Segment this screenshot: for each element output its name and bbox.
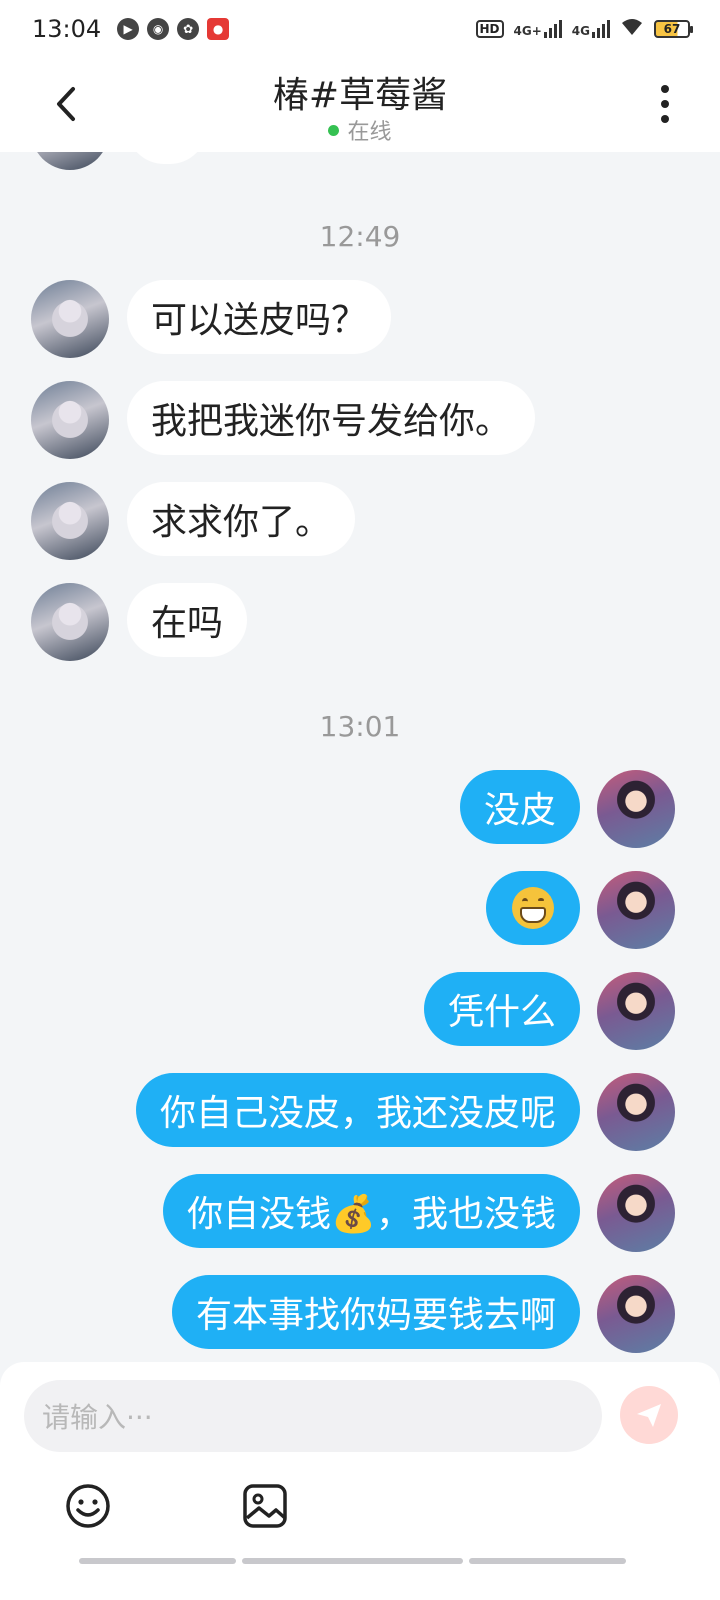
composer: 请输入··· xyxy=(0,1362,720,1600)
send-button[interactable] xyxy=(620,1386,678,1444)
outgoing-message-money[interactable]: 你自没钱💰，我也没钱 xyxy=(163,1174,580,1248)
presence-status: 在线 xyxy=(0,114,720,146)
message-bubble-partial[interactable] xyxy=(127,152,207,164)
presence-label: 在线 xyxy=(347,120,392,145)
outgoing-message[interactable]: 有本事找你妈要钱去啊 xyxy=(171,1275,580,1349)
message-input[interactable]: 请输入··· xyxy=(24,1380,602,1452)
status-time: 13:04 xyxy=(32,15,102,43)
chat-header: 椿#草莓酱 在线 xyxy=(0,58,720,152)
status-left: 13:04 ▶ ◉ ✿ ● xyxy=(32,15,230,43)
incoming-message[interactable]: 我把我迷你号发给你。 xyxy=(127,381,536,455)
status-right: HD 4G+ 4G 67 xyxy=(475,17,693,42)
incoming-message[interactable]: 可以送皮吗？ xyxy=(127,280,392,354)
outgoing-message[interactable]: 没皮 xyxy=(459,770,580,844)
image-icon xyxy=(243,1484,287,1528)
incoming-message[interactable]: 求求你了。 xyxy=(127,482,356,556)
outgoing-message[interactable]: 凭什么 xyxy=(423,972,580,1046)
my-avatar[interactable] xyxy=(597,770,675,848)
grin-emoji-icon xyxy=(512,887,554,929)
signal-1: 4G+ xyxy=(514,20,562,38)
fan-app-icon: ✿ xyxy=(177,18,200,40)
my-avatar[interactable] xyxy=(597,871,675,949)
compass-app-icon: ◉ xyxy=(147,18,170,40)
signal-bars-1-icon xyxy=(543,20,562,38)
message-list[interactable]: 12:49 可以送皮吗？ 我把我迷你号发给你。 求求你了。 在吗 13:01 没… xyxy=(0,152,720,1362)
smiley-icon xyxy=(66,1484,110,1528)
my-avatar[interactable] xyxy=(597,1275,675,1353)
message-input-placeholder: 请输入··· xyxy=(42,1401,153,1434)
friend-avatar[interactable] xyxy=(31,152,109,170)
network-type-2: 4G xyxy=(571,24,590,38)
hd-icon: HD xyxy=(475,20,504,38)
chat-title: 椿#草莓酱 xyxy=(272,75,448,116)
signal-2: 4G xyxy=(572,20,610,38)
my-avatar[interactable] xyxy=(597,1073,675,1151)
battery-icon: 67 xyxy=(654,20,693,38)
network-type-1: 4G+ xyxy=(513,24,542,38)
friend-avatar[interactable] xyxy=(31,280,109,358)
incoming-message[interactable]: 在吗 xyxy=(127,583,248,657)
nav-bar-segment xyxy=(242,1558,463,1564)
video-app-icon: ▶ xyxy=(117,18,140,40)
outgoing-message-text: 你自没钱💰，我也没钱 xyxy=(187,1194,556,1235)
timestamp: 13:01 xyxy=(319,710,401,743)
online-dot-icon xyxy=(328,124,340,136)
wifi-icon xyxy=(620,17,644,42)
nav-bar-segment xyxy=(469,1558,626,1564)
friend-avatar[interactable] xyxy=(31,583,109,661)
nav-bar-segment xyxy=(79,1558,236,1564)
signal-bars-2-icon xyxy=(592,20,610,38)
my-avatar[interactable] xyxy=(597,1174,675,1252)
outgoing-message[interactable]: 你自己没皮，我还没皮呢 xyxy=(135,1073,580,1147)
my-avatar[interactable] xyxy=(597,972,675,1050)
send-icon xyxy=(637,1404,661,1427)
more-vertical-icon xyxy=(661,85,669,123)
game-app-icon: ● xyxy=(207,18,230,40)
emoji-button[interactable] xyxy=(64,1482,112,1530)
friend-avatar[interactable] xyxy=(31,381,109,459)
outgoing-emoji-message[interactable]: 😁 xyxy=(486,871,580,945)
timestamp: 12:49 xyxy=(319,220,401,253)
friend-avatar[interactable] xyxy=(31,482,109,560)
status-bar: 13:04 ▶ ◉ ✿ ● HD 4G+ 4G 67 xyxy=(0,0,720,58)
battery-level: 67 xyxy=(663,22,681,36)
image-button[interactable] xyxy=(241,1482,289,1530)
more-options-button[interactable] xyxy=(650,82,680,126)
